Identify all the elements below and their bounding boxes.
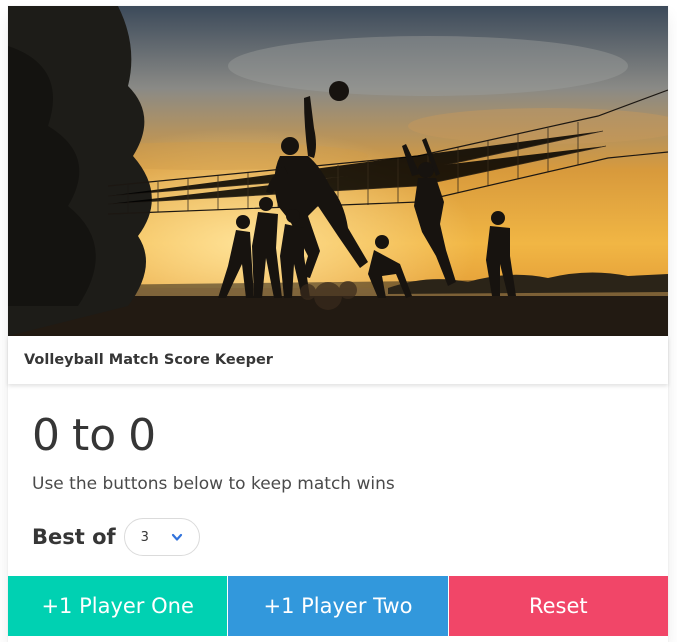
- best-of-control: Best of 3: [32, 518, 200, 556]
- score-separator: to: [72, 410, 117, 461]
- score-keeper-card: Volleyball Match Score Keeper 0 to 0 Use…: [8, 6, 668, 642]
- instructions-text: Use the buttons below to keep match wins: [32, 474, 395, 494]
- best-of-label: Best of: [32, 525, 116, 549]
- best-of-select[interactable]: 3: [123, 518, 200, 556]
- player-two-score: 0: [128, 410, 157, 461]
- reset-button[interactable]: Reset: [447, 576, 668, 636]
- volleyball-silhouette-image: [8, 6, 668, 336]
- player-two-button[interactable]: +1 Player Two: [227, 576, 448, 636]
- card-footer: +1 Player One +1 Player Two Reset: [8, 576, 668, 636]
- chevron-down-icon: [171, 532, 183, 547]
- card-header: Volleyball Match Score Keeper: [8, 336, 668, 384]
- score-display: 0 to 0: [32, 414, 156, 458]
- player-one-score: 0: [32, 410, 60, 461]
- player-one-button[interactable]: +1 Player One: [8, 576, 228, 636]
- best-of-selected-value: 3: [140, 529, 149, 545]
- card-content: 0 to 0 Use the buttons below to keep mat…: [8, 384, 668, 576]
- card-title: Volleyball Match Score Keeper: [24, 352, 273, 368]
- volleyball-photo: [8, 6, 668, 336]
